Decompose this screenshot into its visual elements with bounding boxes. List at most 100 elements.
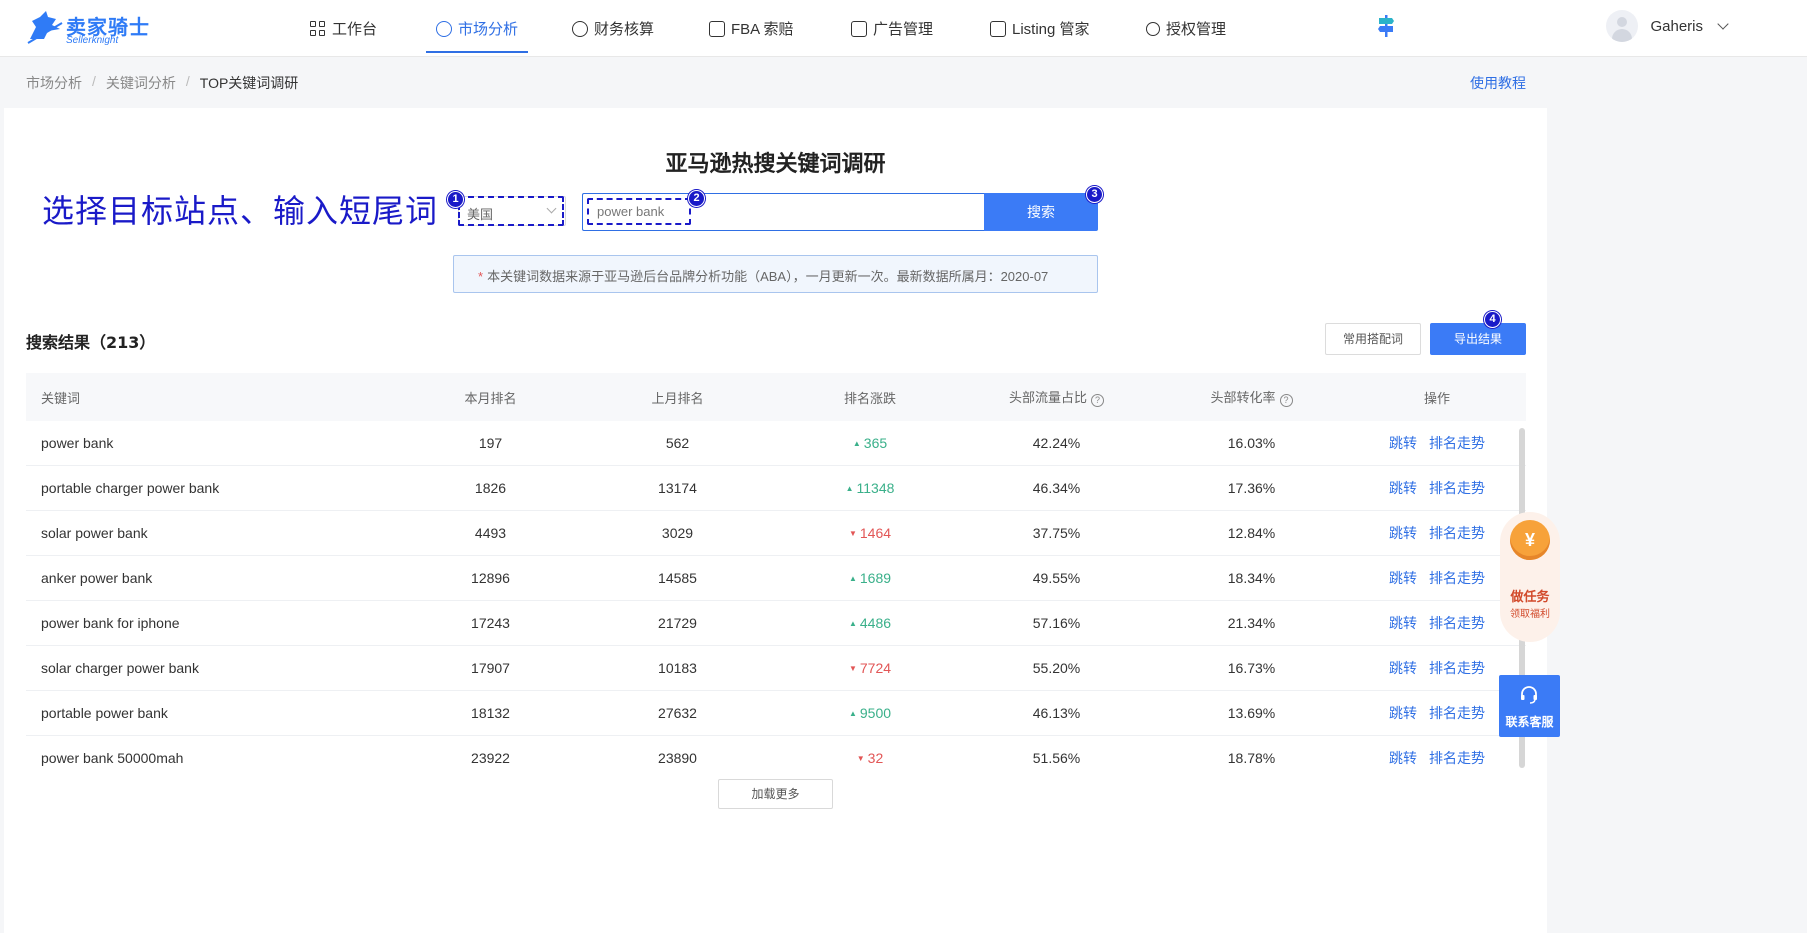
- previous-rank-cell: 13174: [658, 480, 697, 496]
- task-title: 做任务: [1510, 589, 1550, 604]
- breadcrumb-separator: /: [92, 73, 96, 89]
- jump-link[interactable]: 跳转: [1389, 705, 1417, 721]
- col-current-rank[interactable]: 本月排名: [408, 388, 573, 407]
- rank-change-cell: 4486: [782, 615, 958, 631]
- previous-rank-cell: 21729: [658, 615, 697, 631]
- jump-link[interactable]: 跳转: [1389, 615, 1417, 631]
- jump-link[interactable]: 跳转: [1389, 435, 1417, 451]
- nav-fba-claim[interactable]: FBA 索赔: [709, 0, 794, 57]
- jump-link[interactable]: 跳转: [1389, 525, 1417, 541]
- head-conversion-cell: 18.34%: [1227, 570, 1276, 586]
- avatar[interactable]: [1606, 10, 1639, 42]
- breadcrumb-separator: /: [185, 73, 190, 89]
- jump-link[interactable]: 跳转: [1389, 570, 1417, 586]
- rank-change-cell: 1689: [782, 570, 958, 586]
- target-icon: [436, 20, 452, 37]
- head-conversion-cell: 13.69%: [1227, 705, 1276, 721]
- rank-trend-link[interactable]: 排名走势: [1429, 570, 1485, 586]
- rank-change-value: 32: [857, 750, 884, 766]
- rank-change-value: 365: [853, 435, 887, 451]
- keyword-cell: power bank for iphone: [41, 615, 180, 631]
- rank-trend-link[interactable]: 排名走势: [1429, 660, 1485, 676]
- breadcrumb-item[interactable]: 市场分析: [26, 73, 82, 93]
- jump-link[interactable]: 跳转: [1389, 750, 1417, 766]
- user-menu[interactable]: Gaheris: [1606, 10, 1729, 42]
- load-more-button[interactable]: 加载更多: [718, 779, 833, 809]
- col-actions: 操作: [1423, 390, 1450, 406]
- rank-change-value: 9500: [849, 705, 891, 721]
- current-rank-cell: 197: [478, 435, 503, 451]
- rank-change-value: 11348: [846, 480, 895, 496]
- nav-label: 市场分析: [458, 21, 519, 38]
- head-conversion-cell: 21.34%: [1227, 615, 1276, 631]
- head-traffic-cell: 49.55%: [1032, 570, 1081, 586]
- keyword-cell: power bank 50000mah: [41, 750, 184, 766]
- table-row: portable charger power bank 1826 13174 1134…: [26, 466, 1526, 511]
- current-rank-cell: 1826: [474, 480, 507, 496]
- col-previous-rank[interactable]: 上月排名: [573, 388, 782, 407]
- head-traffic-cell: 37.75%: [1032, 525, 1081, 541]
- rank-trend-link[interactable]: 排名走势: [1429, 525, 1485, 541]
- notice-star: *: [478, 269, 484, 284]
- rank-trend-link[interactable]: 排名走势: [1429, 705, 1485, 721]
- nav-market-analysis[interactable]: 市场分析: [425, 0, 529, 57]
- listing-icon: [990, 20, 1006, 37]
- head-conversion-cell: 16.73%: [1227, 660, 1276, 676]
- jump-link[interactable]: 跳转: [1389, 480, 1417, 496]
- actions-cell: 跳转 排名走势: [1348, 433, 1526, 453]
- customer-support-button[interactable]: 联系客服: [1499, 675, 1560, 737]
- annotation-badge: 2: [688, 190, 705, 207]
- headset-icon: [1521, 686, 1537, 704]
- brand-name-en: Sellerknight: [66, 35, 119, 46]
- head-traffic-cell: 51.56%: [1032, 750, 1081, 766]
- col-rank-change[interactable]: 排名涨跌: [782, 388, 958, 407]
- export-results-button[interactable]: 导出结果: [1430, 323, 1526, 355]
- keyword-cell: portable charger power bank: [41, 480, 220, 496]
- actions-cell: 跳转 排名走势: [1348, 748, 1526, 768]
- jump-link[interactable]: 跳转: [1389, 660, 1417, 676]
- col-head-conversion[interactable]: 头部转化率?: [1155, 387, 1348, 407]
- rank-trend-link[interactable]: 排名走势: [1429, 480, 1485, 496]
- current-rank-cell: 17243: [471, 615, 510, 631]
- head-conversion-cell: 18.78%: [1227, 750, 1276, 766]
- nav-auth[interactable]: 授权管理: [1146, 0, 1226, 57]
- previous-rank-cell: 14585: [658, 570, 697, 586]
- head-traffic-cell: 42.24%: [1032, 435, 1081, 451]
- user-name: Gaheris: [1650, 17, 1703, 35]
- dollar-icon: [572, 20, 588, 37]
- current-rank-cell: 12896: [471, 570, 510, 586]
- nav-listing[interactable]: Listing 管家: [990, 0, 1090, 57]
- previous-rank-cell: 3029: [661, 525, 694, 541]
- tutorial-link[interactable]: 使用教程: [1470, 73, 1526, 93]
- keyword-cell: solar charger power bank: [41, 660, 199, 676]
- task-reward-widget[interactable]: ¥ 做任务 领取福利: [1500, 512, 1560, 642]
- brand-logo[interactable]: 卖家骑士 Sellerknight: [26, 9, 166, 47]
- nav-label: 广告管理: [873, 21, 934, 38]
- rank-change-cell: 7724: [782, 660, 958, 676]
- rank-change-value: 4486: [849, 615, 891, 631]
- rank-trend-link[interactable]: 排名走势: [1429, 750, 1485, 766]
- col-head-traffic[interactable]: 头部流量占比?: [958, 387, 1155, 407]
- rank-change-value: 1464: [849, 525, 891, 541]
- help-icon[interactable]: ?: [1279, 394, 1293, 407]
- chevron-down-icon: [1717, 18, 1729, 30]
- nav-workbench[interactable]: 工作台: [310, 0, 377, 57]
- current-rank-cell: 4493: [474, 525, 507, 541]
- help-icon[interactable]: ?: [1091, 394, 1104, 407]
- nav-label: FBA 索赔: [731, 21, 794, 38]
- ad-icon: [851, 20, 867, 37]
- breadcrumb-item[interactable]: 关键词分析: [106, 73, 176, 93]
- rank-trend-link[interactable]: 排名走势: [1429, 435, 1485, 451]
- head-traffic-cell: 55.20%: [1032, 660, 1081, 676]
- search-button[interactable]: 搜索: [984, 193, 1098, 231]
- nav-ads[interactable]: 广告管理: [851, 0, 933, 57]
- signpost-icon[interactable]: [1377, 14, 1395, 38]
- common-collocations-button[interactable]: 常用搭配词: [1325, 323, 1421, 355]
- keyword-cell: portable power bank: [41, 705, 168, 721]
- annotation-box-site: [458, 196, 564, 226]
- previous-rank-cell: 562: [665, 435, 690, 451]
- nav-finance[interactable]: 财务核算: [572, 0, 654, 57]
- page-title: 亚马逊热搜关键词调研: [665, 152, 886, 177]
- rank-trend-link[interactable]: 排名走势: [1429, 615, 1485, 631]
- rank-change-value: 7724: [849, 660, 891, 676]
